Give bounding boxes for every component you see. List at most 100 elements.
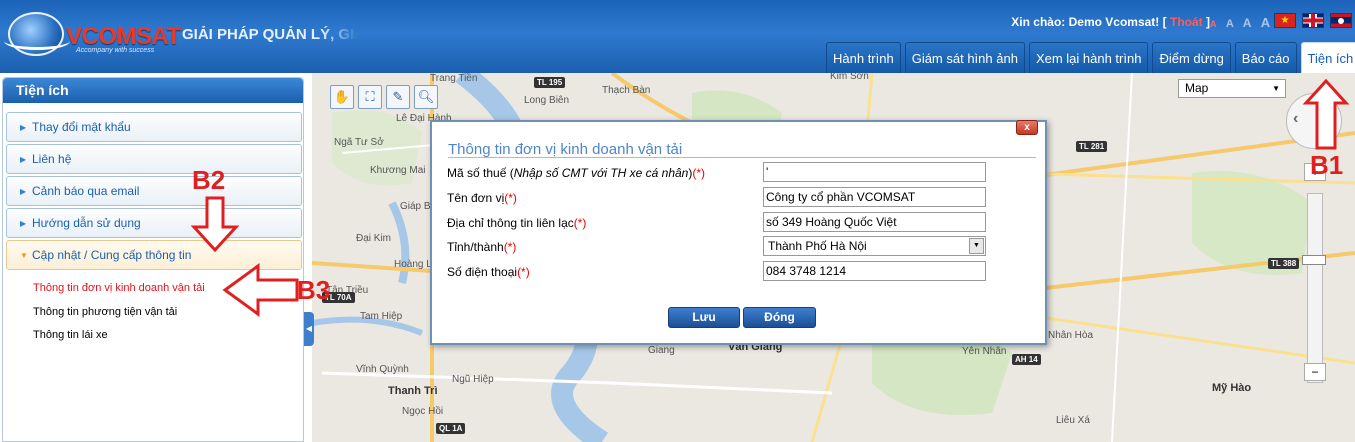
font-size-option[interactable]: A bbox=[1261, 15, 1270, 30]
address-label: Địa chỉ thông tin liên lạc(*) bbox=[447, 216, 587, 230]
annotation-b2: B2 bbox=[192, 165, 226, 195]
business-info-dialog: x Thông tin đơn vị kinh doanh vận tải Mã… bbox=[430, 120, 1047, 345]
road-badge: AH 14 bbox=[1012, 354, 1041, 365]
zoom-extent-icon[interactable]: ⛶ bbox=[358, 85, 382, 109]
map-label: Ngũ Hiệp bbox=[452, 374, 494, 385]
sub-link-vehicle-info[interactable]: Thông tin phương tiện vận tải bbox=[33, 306, 177, 318]
map-label: Khương Mai bbox=[370, 165, 426, 176]
sidebar-item-user-guide[interactable]: ▶ Hướng dẫn sử dụng bbox=[6, 208, 302, 238]
road-badge: QL 1A bbox=[436, 423, 466, 434]
pan-right-icon[interactable]: › bbox=[1325, 110, 1330, 128]
sidebar: Tiện ích ▶ Thay đổi mật khẩu ▶ Liên hệ ▶… bbox=[2, 77, 304, 442]
laos-flag-icon[interactable] bbox=[1330, 13, 1352, 28]
map-label: Mỹ Hào bbox=[1212, 382, 1252, 394]
address-input[interactable] bbox=[763, 212, 986, 232]
vcomsat-logo[interactable]: VCOMSAT Accompany with success bbox=[4, 10, 181, 62]
close-icon[interactable]: x bbox=[1016, 120, 1038, 135]
phone-label: Số điện thoại(*) bbox=[447, 265, 530, 279]
sidebar-item-contact[interactable]: ▶ Liên hệ bbox=[6, 144, 302, 174]
map-label: Vĩnh Quỳnh bbox=[356, 364, 409, 375]
sidebar-item-change-password[interactable]: ▶ Thay đổi mật khẩu bbox=[6, 112, 302, 142]
tab-diem-dung[interactable]: Điểm dừng bbox=[1152, 42, 1231, 73]
sidebar-item-label: Thay đổi mật khẩu bbox=[32, 120, 131, 134]
tax-code-input[interactable] bbox=[763, 162, 986, 182]
chevron-down-icon[interactable]: ▼ bbox=[969, 238, 984, 254]
pan-left-icon[interactable]: ‹ bbox=[1293, 110, 1298, 128]
map-type-value: Map bbox=[1185, 81, 1209, 95]
sub-link-driver-info[interactable]: Thông tin lái xe bbox=[33, 329, 108, 341]
logo-swoosh bbox=[4, 32, 70, 50]
collapse-sidebar-button[interactable]: ◀ bbox=[304, 312, 314, 346]
map-label: Yên Nhân bbox=[962, 346, 1007, 357]
annotation-b3: B3 bbox=[297, 275, 331, 305]
zoom-slider[interactable] bbox=[1307, 193, 1323, 383]
tab-hanh-trinh[interactable]: Hành trình bbox=[826, 42, 901, 73]
company-name-input[interactable] bbox=[763, 187, 986, 207]
tab-xem-lai-hanh-trinh[interactable]: Xem lại hành trình bbox=[1028, 42, 1149, 73]
road-badge: TL 195 bbox=[534, 77, 566, 88]
tax-code-label: Mã số thuế (Nhập số CMT với TH xe cá nhâ… bbox=[447, 166, 706, 180]
map-label: Ngã Tư Sở bbox=[334, 137, 384, 148]
sidebar-item-label: Liên hệ bbox=[32, 152, 72, 166]
map-label: Liêu Xá bbox=[1056, 415, 1090, 426]
phone-input[interactable] bbox=[763, 261, 986, 281]
tab-bao-cao[interactable]: Báo cáo bbox=[1234, 42, 1297, 73]
sidebar-item-label: Hướng dẫn sử dụng bbox=[32, 216, 141, 230]
sidebar-item-label: Cập nhật / Cung cấp thông tin bbox=[32, 248, 192, 262]
caret-right-icon: ▶ bbox=[20, 187, 27, 196]
map-label: Ngọc Hồi bbox=[402, 406, 444, 417]
uk-flag-icon[interactable] bbox=[1302, 13, 1324, 28]
caret-down-icon: ▼ bbox=[20, 251, 28, 260]
sub-link-business-info[interactable]: Thông tin đơn vị kinh doanh vận tải bbox=[33, 282, 205, 294]
user-greeting: Xin chào: Demo Vcomsat! [ Thoát ] bbox=[1011, 15, 1210, 29]
map-label: Thanh Trì bbox=[388, 385, 438, 397]
annotation-b1: B1 bbox=[1310, 150, 1344, 180]
caret-right-icon: ▶ bbox=[20, 155, 27, 164]
logo-tagline: Accompany with success bbox=[76, 47, 155, 54]
draw-icon[interactable]: ✎ bbox=[386, 85, 410, 109]
sidebar-item-update-info[interactable]: ▼ Cập nhật / Cung cấp thông tin bbox=[6, 240, 302, 270]
road-badge: TL 388 bbox=[1268, 258, 1300, 269]
dialog-divider bbox=[448, 157, 1036, 158]
magnifier-icon[interactable]: 🔍︎ bbox=[414, 85, 438, 109]
caret-right-icon: ▶ bbox=[20, 219, 27, 228]
sidebar-title: Tiện ích bbox=[3, 78, 303, 103]
map-label: Tam Hiệp bbox=[360, 311, 403, 322]
map-toolbar: ✋ ⛶ ✎ 🔍︎ bbox=[330, 85, 442, 109]
map-type-select[interactable]: Map ▼ bbox=[1178, 79, 1286, 98]
font-size-option[interactable]: A bbox=[1210, 19, 1217, 29]
chevron-down-icon: ▼ bbox=[1272, 84, 1280, 93]
map-label: Kim Sơn bbox=[830, 73, 869, 82]
province-value: Thành Phố Hà Nội bbox=[768, 239, 867, 253]
company-name-label: Tên đơn vị(*) bbox=[447, 191, 517, 205]
map-label: Giang bbox=[648, 345, 675, 356]
hand-pan-icon[interactable]: ✋ bbox=[330, 85, 354, 109]
sidebar-item-label: Cảnh báo qua email bbox=[32, 184, 140, 198]
dialog-title: Thông tin đơn vị kinh doanh vận tải bbox=[448, 141, 683, 158]
caret-right-icon: ▶ bbox=[20, 123, 27, 132]
tab-tien-ich[interactable]: Tiện ích bbox=[1300, 42, 1355, 73]
greeting-text: Xin chào: Demo Vcomsat! [ bbox=[1011, 15, 1167, 29]
logout-link[interactable]: Thoát bbox=[1170, 15, 1203, 29]
pan-control[interactable]: ‹ › bbox=[1286, 93, 1342, 149]
vietnam-flag-icon[interactable]: ★ bbox=[1274, 13, 1296, 28]
sidebar-item-email-alert[interactable]: ▶ Cảnh báo qua email bbox=[6, 176, 302, 206]
province-label: Tỉnh/thành(*) bbox=[447, 240, 517, 254]
close-button[interactable]: Đóng bbox=[743, 307, 816, 328]
map-label: Trang Tiền bbox=[430, 73, 478, 84]
tab-giam-sat-hinh-anh[interactable]: Giám sát hình ảnh bbox=[904, 42, 1025, 73]
font-size-option[interactable]: A bbox=[1226, 18, 1234, 30]
slogan: GIẢI PHÁP QUẢN LÝ, GIÁM SÁT bbox=[182, 26, 357, 43]
map-label: Long Biên bbox=[524, 95, 570, 106]
app-header: VCOMSAT Accompany with success GIẢI PHÁP… bbox=[0, 0, 1355, 73]
font-size-switcher: A A A A bbox=[1210, 15, 1276, 30]
save-button[interactable]: Lưu bbox=[668, 307, 740, 328]
main-tabs: Hành trình Giám sát hình ảnh Xem lại hàn… bbox=[826, 42, 1355, 73]
zoom-slider-handle[interactable] bbox=[1302, 255, 1326, 265]
map-label: Thạch Bàn bbox=[602, 85, 651, 96]
province-select[interactable]: Thành Phố Hà Nội ▼ bbox=[763, 236, 986, 256]
map-label: Đại Kim bbox=[356, 233, 392, 244]
font-size-option[interactable]: A bbox=[1243, 16, 1252, 30]
map-label: Nhân Hòa bbox=[1048, 330, 1094, 341]
zoom-out-button[interactable]: − bbox=[1304, 363, 1326, 381]
